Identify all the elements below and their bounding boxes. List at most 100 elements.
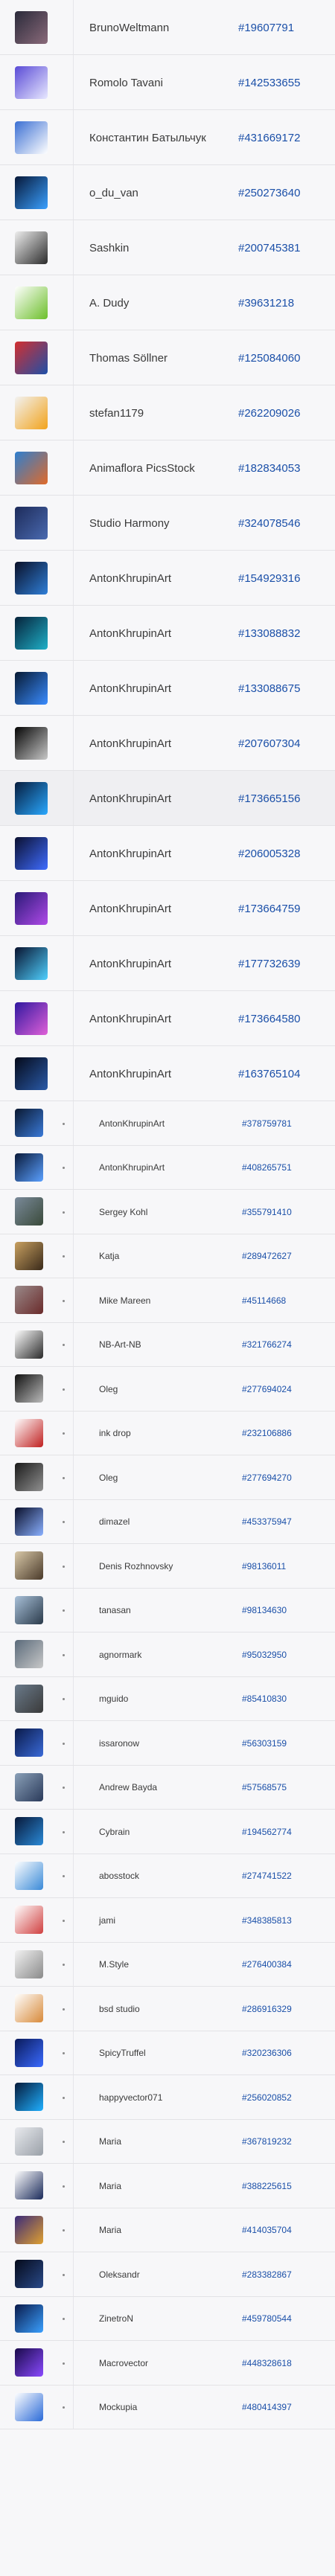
grid-thumbnail[interactable]: [15, 2171, 43, 2199]
contributor-name[interactable]: Oleksandr: [99, 2269, 140, 2280]
list-item[interactable]: AntonKhrupinArt #133088675: [0, 661, 335, 716]
asset-id-link[interactable]: #177732639: [238, 958, 300, 970]
list-item[interactable]: abosstock #274741522: [0, 1853, 335, 1898]
contributor-name[interactable]: agnormark: [99, 1650, 141, 1660]
asset-id-link[interactable]: #163765104: [238, 1068, 300, 1080]
asset-id-link[interactable]: #480414397: [242, 2402, 292, 2412]
photo-thumbnail[interactable]: [15, 1595, 43, 1624]
asset-id-link[interactable]: #19607791: [238, 22, 294, 34]
list-item[interactable]: SpicyTruffel #320236306: [0, 2031, 335, 2075]
asset-id-link[interactable]: #388225615: [242, 2181, 292, 2191]
contributor-name[interactable]: AntonKhrupinArt: [89, 627, 171, 640]
list-item[interactable]: issaronow #56303159: [0, 1721, 335, 1766]
contributor-name[interactable]: Macrovector: [99, 2358, 148, 2368]
contributor-name[interactable]: AntonKhrupinArt: [89, 737, 171, 750]
space-thumbnail[interactable]: [15, 1507, 43, 1536]
list-item[interactable]: AntonKhrupinArt #163765104: [0, 1046, 335, 1101]
sticker-thumbnail[interactable]: [15, 286, 48, 319]
document-thumbnail[interactable]: [15, 1949, 43, 1979]
contributor-name[interactable]: issaronow: [99, 1738, 139, 1749]
contributor-name[interactable]: o_du_van: [89, 187, 138, 199]
list-item[interactable]: mguido #85410830: [0, 1676, 335, 1721]
asset-id-link[interactable]: #355791410: [242, 1207, 292, 1217]
contributor-name[interactable]: AntonKhrupinArt: [89, 572, 171, 585]
list-item[interactable]: agnormark #95032950: [0, 1633, 335, 1677]
asset-id-link[interactable]: #194562774: [242, 1827, 292, 1837]
asset-id-link[interactable]: #206005328: [238, 848, 300, 860]
space-thumbnail[interactable]: [15, 947, 48, 980]
asset-id-link[interactable]: #133088832: [238, 627, 300, 640]
contributor-name[interactable]: Mockupia: [99, 2402, 137, 2412]
contributor-name[interactable]: tanasan: [99, 1605, 131, 1615]
list-item[interactable]: Константин Батыльчук #431669172: [0, 110, 335, 165]
contributor-name[interactable]: bsd studio: [99, 2004, 140, 2014]
space-thumbnail[interactable]: [15, 1002, 48, 1035]
asset-id-link[interactable]: #324078546: [238, 517, 300, 530]
contributor-name[interactable]: abosstock: [99, 1871, 139, 1881]
asset-id-link[interactable]: #250273640: [238, 187, 300, 199]
asset-id-link[interactable]: #56303159: [242, 1738, 287, 1749]
asset-id-link[interactable]: #207607304: [238, 737, 300, 750]
list-item[interactable]: Studio Harmony #324078546: [0, 496, 335, 551]
asset-id-link[interactable]: #283382867: [242, 2269, 292, 2280]
asset-id-link[interactable]: #348385813: [242, 1915, 292, 1926]
asset-id-link[interactable]: #125084060: [238, 352, 300, 365]
list-item[interactable]: AntonKhrupinArt #206005328: [0, 826, 335, 881]
contributor-name[interactable]: Katja: [99, 1251, 119, 1261]
photo-thumbnail[interactable]: [15, 1197, 43, 1225]
waves-thumbnail[interactable]: [15, 1330, 43, 1359]
asset-id-link[interactable]: #57568575: [242, 1782, 287, 1792]
space-thumbnail[interactable]: [15, 837, 48, 870]
list-item[interactable]: ink drop #232106886: [0, 1411, 335, 1455]
photo-thumbnail[interactable]: [15, 1772, 43, 1801]
asset-id-link[interactable]: #173665156: [238, 792, 300, 805]
asset-id-link[interactable]: #173664759: [238, 903, 300, 915]
contributor-name[interactable]: A. Dudy: [89, 297, 129, 310]
list-item[interactable]: Animaflora PicsStock #182834053: [0, 440, 335, 496]
contributor-name[interactable]: AntonKhrupinArt: [89, 1068, 171, 1080]
contributor-name[interactable]: Константин Батыльчук: [89, 132, 206, 144]
list-item[interactable]: Oleg #277694024: [0, 1367, 335, 1412]
contributor-name[interactable]: AntonKhrupinArt: [89, 792, 171, 805]
asset-id-link[interactable]: #232106886: [242, 1428, 292, 1438]
asset-id-link[interactable]: #173664580: [238, 1013, 300, 1025]
list-item[interactable]: stefan1179 #262209026: [0, 385, 335, 440]
list-item[interactable]: Maria #367819232: [0, 2119, 335, 2164]
space-thumbnail[interactable]: [15, 1109, 43, 1137]
contributor-name[interactable]: Sashkin: [89, 242, 129, 254]
list-item[interactable]: Andrew Bayda #57568575: [0, 1765, 335, 1810]
list-item[interactable]: dimazel #453375947: [0, 1499, 335, 1544]
contributor-name[interactable]: happyvector071: [99, 2092, 162, 2103]
list-item[interactable]: jami #348385813: [0, 1898, 335, 1943]
list-item[interactable]: Mike Mareen #45114668: [0, 1278, 335, 1323]
space-thumbnail[interactable]: [15, 892, 48, 925]
asset-id-link[interactable]: #274741522: [242, 1871, 292, 1881]
asset-id-link[interactable]: #453375947: [242, 1516, 292, 1527]
space-thumbnail[interactable]: [15, 727, 48, 760]
asset-id-link[interactable]: #262209026: [238, 407, 300, 420]
card-thumbnail[interactable]: [15, 2392, 43, 2421]
neon-thumbnail[interactable]: [15, 2038, 43, 2067]
list-item[interactable]: Oleksandr #283382867: [0, 2252, 335, 2297]
asset-id-link[interactable]: #142533655: [238, 77, 300, 89]
photo-thumbnail[interactable]: [15, 1286, 43, 1314]
space-thumbnail[interactable]: [15, 1817, 43, 1845]
list-item[interactable]: AntonKhrupinArt #177732639: [0, 936, 335, 991]
asset-id-link[interactable]: #98136011: [242, 1561, 286, 1571]
abstract-thumbnail[interactable]: [15, 1463, 43, 1491]
list-item[interactable]: AntonKhrupinArt #173664580: [0, 991, 335, 1046]
photo-thumbnail[interactable]: [15, 1640, 43, 1668]
neon-thumbnail[interactable]: [15, 2083, 43, 2111]
asset-id-link[interactable]: #378759781: [242, 1118, 292, 1129]
list-item[interactable]: ZinetroN #459780544: [0, 2296, 335, 2341]
contributor-name[interactable]: AntonKhrupinArt: [99, 1118, 165, 1129]
neon-thumbnail[interactable]: [15, 2348, 43, 2377]
asset-id-link[interactable]: #408265751: [242, 1162, 292, 1173]
space-thumbnail[interactable]: [15, 562, 48, 595]
list-item[interactable]: BrunoWeltmann #19607791: [0, 0, 335, 55]
contributor-name[interactable]: Mike Mareen: [99, 1295, 150, 1306]
space-thumbnail[interactable]: [15, 672, 48, 705]
space-thumbnail[interactable]: [15, 782, 48, 815]
contributor-name[interactable]: NB-Art-NB: [99, 1339, 141, 1350]
list-item[interactable]: NB-Art-NB #321766274: [0, 1322, 335, 1367]
